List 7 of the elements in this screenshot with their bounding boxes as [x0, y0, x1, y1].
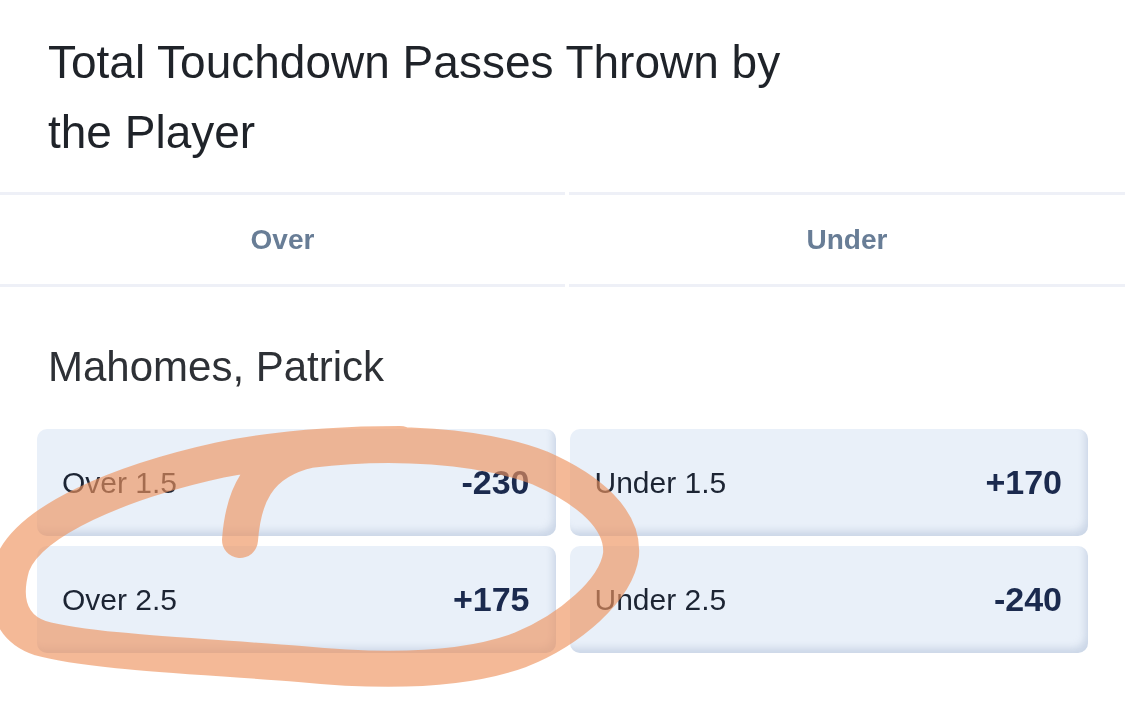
bet-option-button[interactable]: Under 1.5 +170 — [569, 429, 1088, 536]
bet-option-button[interactable]: Over 2.5 +175 — [37, 546, 556, 653]
player-name: Mahomes, Patrick — [48, 342, 386, 392]
market-title: Total Touchdown Passes Thrown by the Player — [48, 35, 782, 160]
column-header: Under — [569, 192, 1125, 287]
column-header: Over — [0, 192, 565, 287]
bet-option-button[interactable]: Under 2.5 -240 — [569, 546, 1088, 653]
